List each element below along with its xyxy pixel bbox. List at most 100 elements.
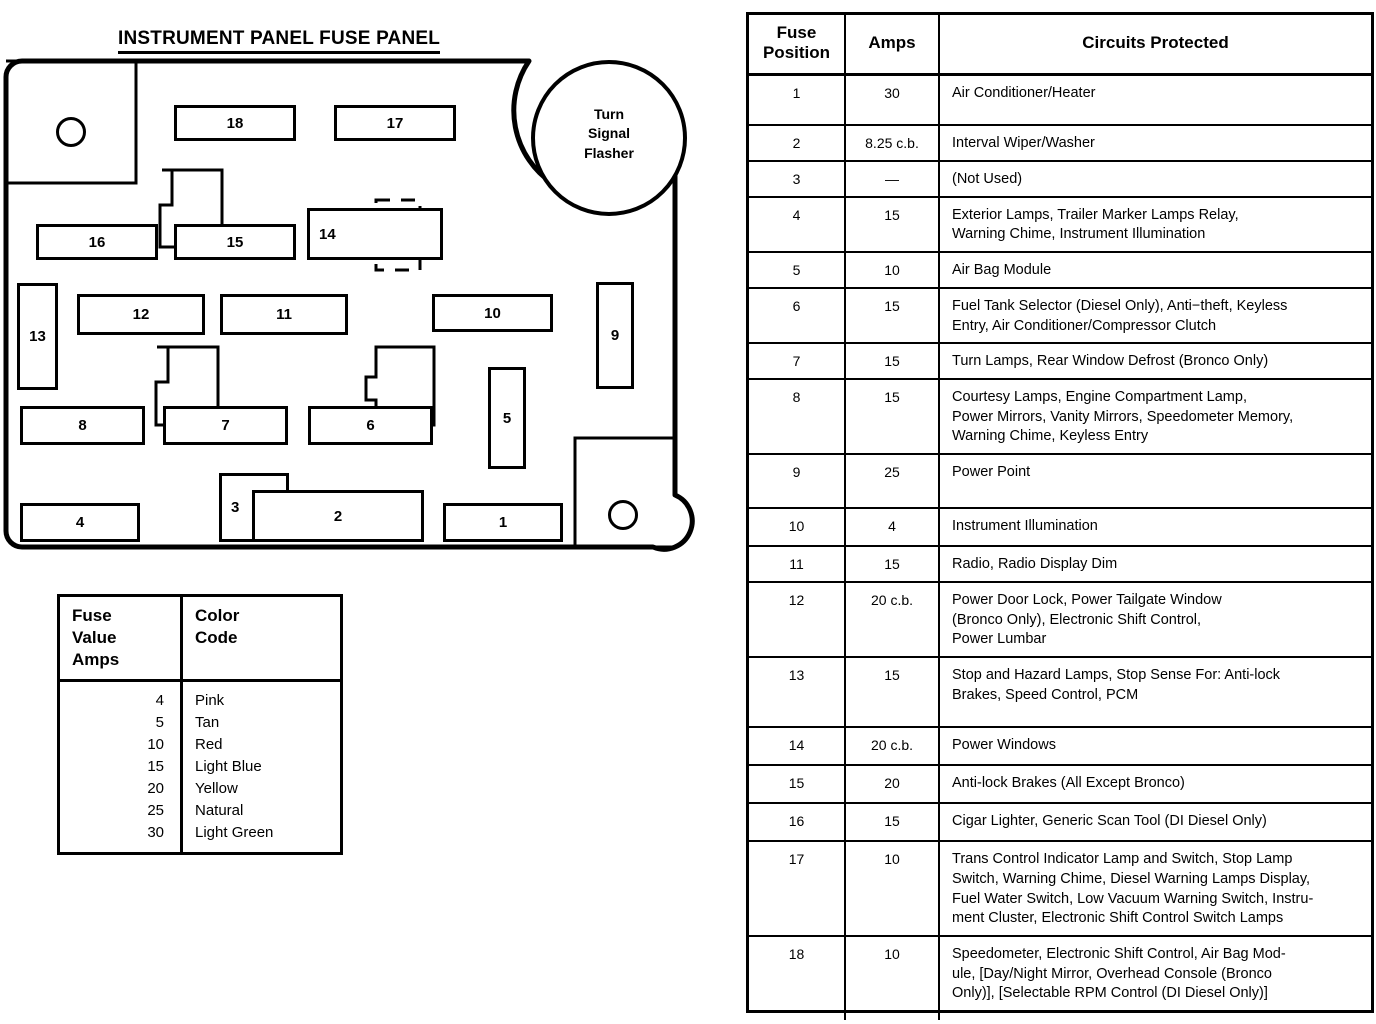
fuse-cell-label: 4 [75,514,85,531]
fuse-cell-label: 6 [366,417,375,434]
cell-circuits-protected: Air Conditioner/Heater [939,74,1371,127]
cell-fuse-position: 5 [749,252,846,289]
table-row: 14 20 c.b. Power Windows [749,727,1371,767]
fuse-cell-2[interactable]: 2 [252,490,424,542]
fuse-cell-1[interactable]: 1 [443,503,563,542]
table-row: 10 4 Instrument Illumination [749,508,1371,548]
cell-circuits-protected: Radio, Radio Display Dim [939,546,1371,583]
fuse-color-code-table: Fuse Value Amps Color Code 4 Pink 5 Tan 10 Re… [57,594,343,856]
page-title: INSTRUMENT PANEL FUSE PANEL [118,28,441,54]
cell-circuits-protected: Speedometer, Electronic Shift Control, A… [952,945,1286,1002]
cell-fuse-position: 1 [749,74,846,127]
mounting-hole-top-left [56,117,86,147]
fuse-cell-13[interactable]: 13 [17,283,58,390]
color-code-amps: 5 [60,712,183,735]
color-code-header-amps: Fuse Value Amps [60,597,183,683]
cell-amps: 10 [845,935,940,1020]
cell-fuse-position: 2 [749,125,846,162]
cell-circuits-protected: Power Windows [939,727,1371,767]
color-code-color: Tan [195,714,220,732]
cell-amps: 20 [845,765,940,805]
cell-fuse-position: 8 [749,379,846,456]
fuse-cell-11[interactable]: 11 [220,294,348,335]
color-code-row: 10 Red [60,734,340,756]
fuse-cell-label: 10 [484,304,501,322]
fuse-cell-label: 9 [610,327,620,344]
color-code-row: 25 Natural [60,799,340,822]
fuse-cell-label: 5 [502,409,512,427]
fuse-cell-16[interactable]: 16 [36,224,158,260]
cell-fuse-position: 17 [749,841,846,937]
cell-amps: 15 [845,343,940,381]
fuse-cell-label: 12 [132,306,150,323]
fuse-cell-15[interactable]: 15 [174,224,296,260]
cell-circuits-protected: (Not Used) [939,161,1371,198]
fuse-cell-label: 11 [276,306,292,323]
cell-circuits-protected: Exterior Lamps, Trailer Marker Lamps Rel… [939,196,1371,254]
table-row: 2 8.25 c.b. Interval Wiper/Washer [749,125,1371,162]
cell-amps: 15 [845,287,940,345]
table-row: 8 15 Courtesy Lamps, Engine Compartment La… [749,379,1371,456]
fuse-cell-9[interactable]: 9 [596,282,634,389]
table-row: 4 15 Exterior Lamps, Trailer Marker Lamps … [749,196,1371,254]
table-row: 1 30 Air Conditioner/Heater [749,74,1371,127]
fuse-panel-diagram: INSTRUMENT PANEL FUSE PANEL Turn Signal … [0,0,740,1024]
color-code-color: Red [195,736,223,754]
fuse-cell-label: 16 [88,233,106,251]
fuse-cell-10[interactable]: 10 [432,294,553,332]
color-code-amps: 20 [60,777,183,800]
cell-amps: 10 [845,252,940,289]
fuse-table-header-row: Fuse Position Amps Circuits Protected [749,15,1371,76]
cell-amps: 20 c.b. [845,727,940,767]
fuse-cell-17[interactable]: 17 [334,105,456,141]
header-amps: Amps [845,15,940,76]
color-code-amps: 4 [60,680,183,713]
fuse-cell-label: 1 [498,514,508,531]
fuse-cell-6[interactable]: 6 [308,406,433,445]
table-row: 15 20 Anti-lock Brakes (All Except Bronco) [749,765,1371,805]
cell-amps: 15 [845,196,940,254]
color-code-header-row: Fuse Value Amps Color Code [60,597,340,683]
table-row: 13 15 Stop and Hazard Lamps, Stop Sense Fo… [749,657,1371,729]
fuse-cell-18[interactable]: 18 [174,105,296,141]
cell-circuits-protected: Air Bag Module [939,252,1371,289]
color-code-amps: 10 [60,734,183,756]
table-row: 6 15 Fuel Tank Selector (Diesel Only), Ant… [749,287,1371,345]
color-code-color: Light Green [195,823,274,841]
cell-fuse-position: 16 [749,803,846,843]
fuse-cell-14[interactable]: 14 [307,208,443,260]
fuse-cell-5[interactable]: 5 [488,367,526,469]
cell-amps: 8.25 c.b. [845,125,940,162]
fuse-cell-label: 14 [319,225,336,243]
cell-amps: 4 [845,508,940,548]
color-code-amps: 25 [60,799,183,822]
mounting-hole-bottom-right [608,500,638,530]
color-code-color: Yellow [195,779,238,797]
cell-amps: 25 [845,454,940,510]
cell-circuits-protected: Instrument Illumination [939,508,1371,548]
fuse-cell-label: 13 [29,328,46,345]
fuse-cell-12[interactable]: 12 [77,294,205,335]
cell-amps: 15 [845,803,940,843]
cell-circuits-protected: Cigar Lighter, Generic Scan Tool (DI Die… [939,803,1371,843]
cell-fuse-position: 6 [749,287,846,345]
color-code-row: 5 Tan [60,712,340,735]
header-fuse-position: Fuse Position [749,15,846,76]
cell-amps: — [845,161,940,198]
cell-fuse-position: 10 [749,508,846,548]
fuse-cell-label: 15 [226,233,244,251]
fuse-cell-label: 17 [386,114,404,132]
cell-fuse-position: 15 [749,765,846,805]
cell-fuse-position: 18 [749,935,846,1020]
cell-amps: 10 [845,841,940,937]
fuse-cell-8[interactable]: 8 [20,406,145,445]
fuse-cell-4[interactable]: 4 [20,503,140,542]
fuse-cell-label: 18 [226,114,244,132]
fuse-cell-7[interactable]: 7 [163,406,288,445]
cell-fuse-position: 12 [749,581,846,659]
cell-circuits-protected: Interval Wiper/Washer [939,125,1371,162]
cell-amps: 20 c.b. [845,581,940,659]
cell-fuse-position: 7 [749,343,846,381]
circuits-protected-table: Fuse Position Amps Circuits Protected 13… [746,12,1374,1020]
table-row: 7 15 Turn Lamps, Rear Window Defrost (Bron… [749,343,1371,381]
